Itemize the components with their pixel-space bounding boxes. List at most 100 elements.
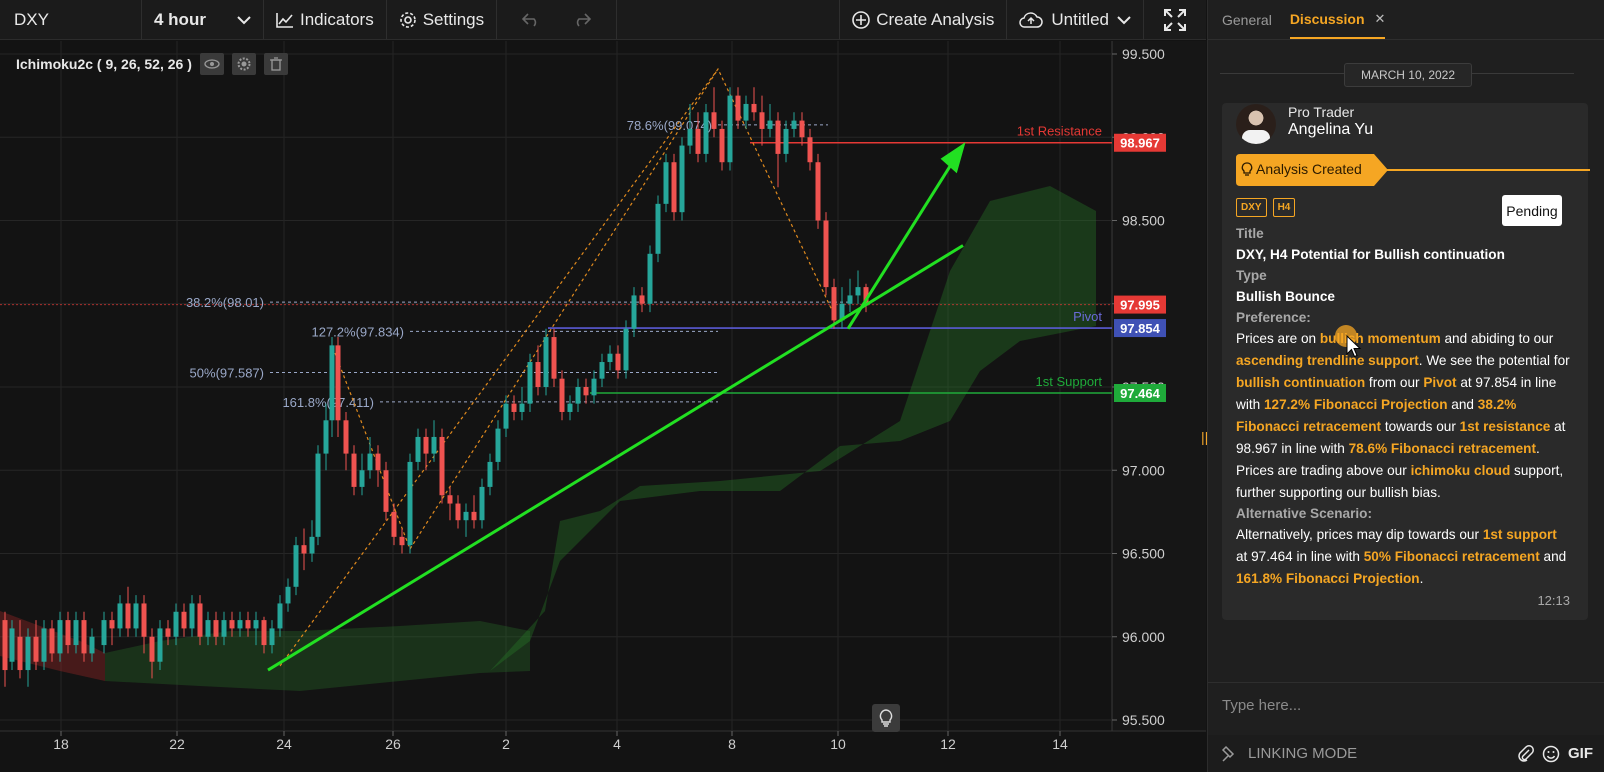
candle-body (663, 162, 669, 204)
candle-body (495, 428, 501, 462)
tab-discussion[interactable]: Discussion ✕ (1289, 0, 1386, 39)
candle-body (109, 620, 115, 629)
candle-body (479, 486, 485, 521)
expand-icon (1164, 8, 1186, 31)
create-analysis-button[interactable]: Create Analysis (840, 0, 1008, 39)
candle-body (41, 628, 47, 662)
candle-body (823, 220, 829, 288)
candle-body (181, 611, 187, 629)
candle-body (719, 128, 725, 163)
emoji-icon[interactable] (1542, 745, 1560, 763)
candle-body (535, 362, 541, 387)
candle-body (575, 387, 581, 404)
gif-button[interactable]: GIF (1568, 745, 1593, 762)
highlight-term: bullish continuation (1236, 375, 1366, 390)
create-analysis-label: Create Analysis (876, 9, 995, 29)
linking-mode-label: LINKING MODE (1248, 745, 1358, 762)
candle-body (101, 620, 107, 646)
mouse-cursor-icon (1346, 335, 1362, 358)
highlight-term: ascending trendline support (1236, 353, 1419, 368)
text-segment: Alternatively, prices may dip towards ou… (1236, 527, 1483, 542)
undo-icon[interactable] (522, 12, 540, 27)
layout-dropdown[interactable]: Untitled (1007, 0, 1144, 39)
candle-body (407, 461, 413, 546)
candle-body (33, 636, 39, 662)
highlight-term: Pivot (1423, 375, 1457, 390)
candle-body (253, 620, 259, 629)
text-segment: Prices are on (1236, 331, 1320, 346)
candle-body (323, 420, 329, 454)
gear-icon[interactable] (231, 53, 256, 75)
candle-body (583, 387, 589, 396)
price-chart[interactable]: 99.50099.00098.50098.00097.50097.00096.5… (0, 41, 1206, 772)
analysis-type: Bullish Bounce (1236, 289, 1335, 304)
message-input[interactable]: Type here... (1208, 682, 1604, 732)
fib-pattern-line (279, 67, 839, 667)
redo-icon[interactable] (573, 12, 591, 27)
symbol-selector[interactable]: DXY (0, 0, 142, 39)
candle-body (351, 453, 357, 487)
candle-body (375, 453, 381, 471)
candle-body (367, 453, 373, 471)
candle-body (543, 337, 549, 387)
candle-body (471, 511, 477, 521)
candle-body (751, 103, 757, 113)
date-pill: MARCH 10, 2022 (1344, 63, 1472, 87)
lightbulb-icon[interactable] (872, 704, 900, 732)
analysis-card: Pro Trader Angelina Yu Analysis Created … (1222, 103, 1590, 620)
tab-general-label: General (1222, 11, 1272, 28)
indicators-button[interactable]: Indicators (264, 0, 387, 39)
pending-status-button[interactable]: Pending (1502, 195, 1562, 226)
settings-button[interactable]: Settings (387, 0, 498, 39)
fullscreen-button[interactable] (1144, 0, 1206, 39)
y-tick-label: 99.500 (1122, 46, 1165, 62)
eye-icon[interactable] (199, 53, 224, 75)
y-tick-label: 96.500 (1122, 546, 1165, 562)
text-segment: . (1419, 571, 1424, 586)
tab-general[interactable]: General (1222, 0, 1272, 39)
candle-body (165, 628, 171, 637)
candle-body (237, 620, 243, 629)
candle-body (647, 253, 653, 304)
candle-body (615, 353, 621, 371)
candle-body (149, 636, 155, 662)
candle-body (607, 353, 613, 363)
close-icon[interactable]: ✕ (1375, 11, 1386, 27)
text-segment: and abiding to our (1440, 331, 1554, 346)
candle-body (639, 295, 645, 304)
preference-label: Preference: (1236, 310, 1311, 325)
candle-body (359, 470, 365, 487)
x-tick-label: 24 (276, 736, 292, 752)
chart-area[interactable]: 99.50099.00098.50098.00097.50097.00096.5… (0, 41, 1208, 772)
candle-body (455, 503, 461, 521)
candle-body (631, 295, 637, 329)
candle-body (269, 628, 275, 646)
candle-body (511, 403, 517, 412)
level-label: 1st Resistance (1017, 124, 1102, 139)
candle-body (17, 636, 23, 671)
candle-body (125, 603, 131, 629)
fib-label: 38.2%(98.01) (186, 295, 264, 310)
interval-dropdown[interactable]: 4 hour (142, 0, 264, 39)
alternative-label: Alternative Scenario: (1236, 506, 1372, 521)
candle-body (49, 628, 55, 654)
candle-body (285, 586, 291, 604)
candle-body (141, 603, 147, 637)
linking-mode-icon[interactable] (1220, 744, 1240, 764)
candle-body (73, 620, 79, 646)
candle-body (623, 328, 629, 371)
candle-body (735, 95, 741, 121)
composer-toolbar: LINKING MODE GIF (1208, 735, 1604, 772)
chart-toolbar: DXY 4 hour Indicators Settings Create An… (0, 0, 1206, 40)
paperclip-icon[interactable] (1518, 744, 1534, 763)
lightbulb-icon (1241, 162, 1253, 176)
candle-body (807, 137, 813, 163)
candle-body (519, 403, 525, 412)
candle-body (767, 120, 773, 129)
highlight-term: 50% Fibonacci retracement (1363, 549, 1540, 564)
analysis-body: Title DXY, H4 Potential for Bullish cont… (1236, 224, 1570, 590)
candle-body (65, 620, 71, 646)
alternative-text: Alternatively, prices may dip towards ou… (1236, 524, 1570, 590)
trash-icon[interactable] (263, 53, 288, 75)
candle-body (391, 511, 397, 537)
